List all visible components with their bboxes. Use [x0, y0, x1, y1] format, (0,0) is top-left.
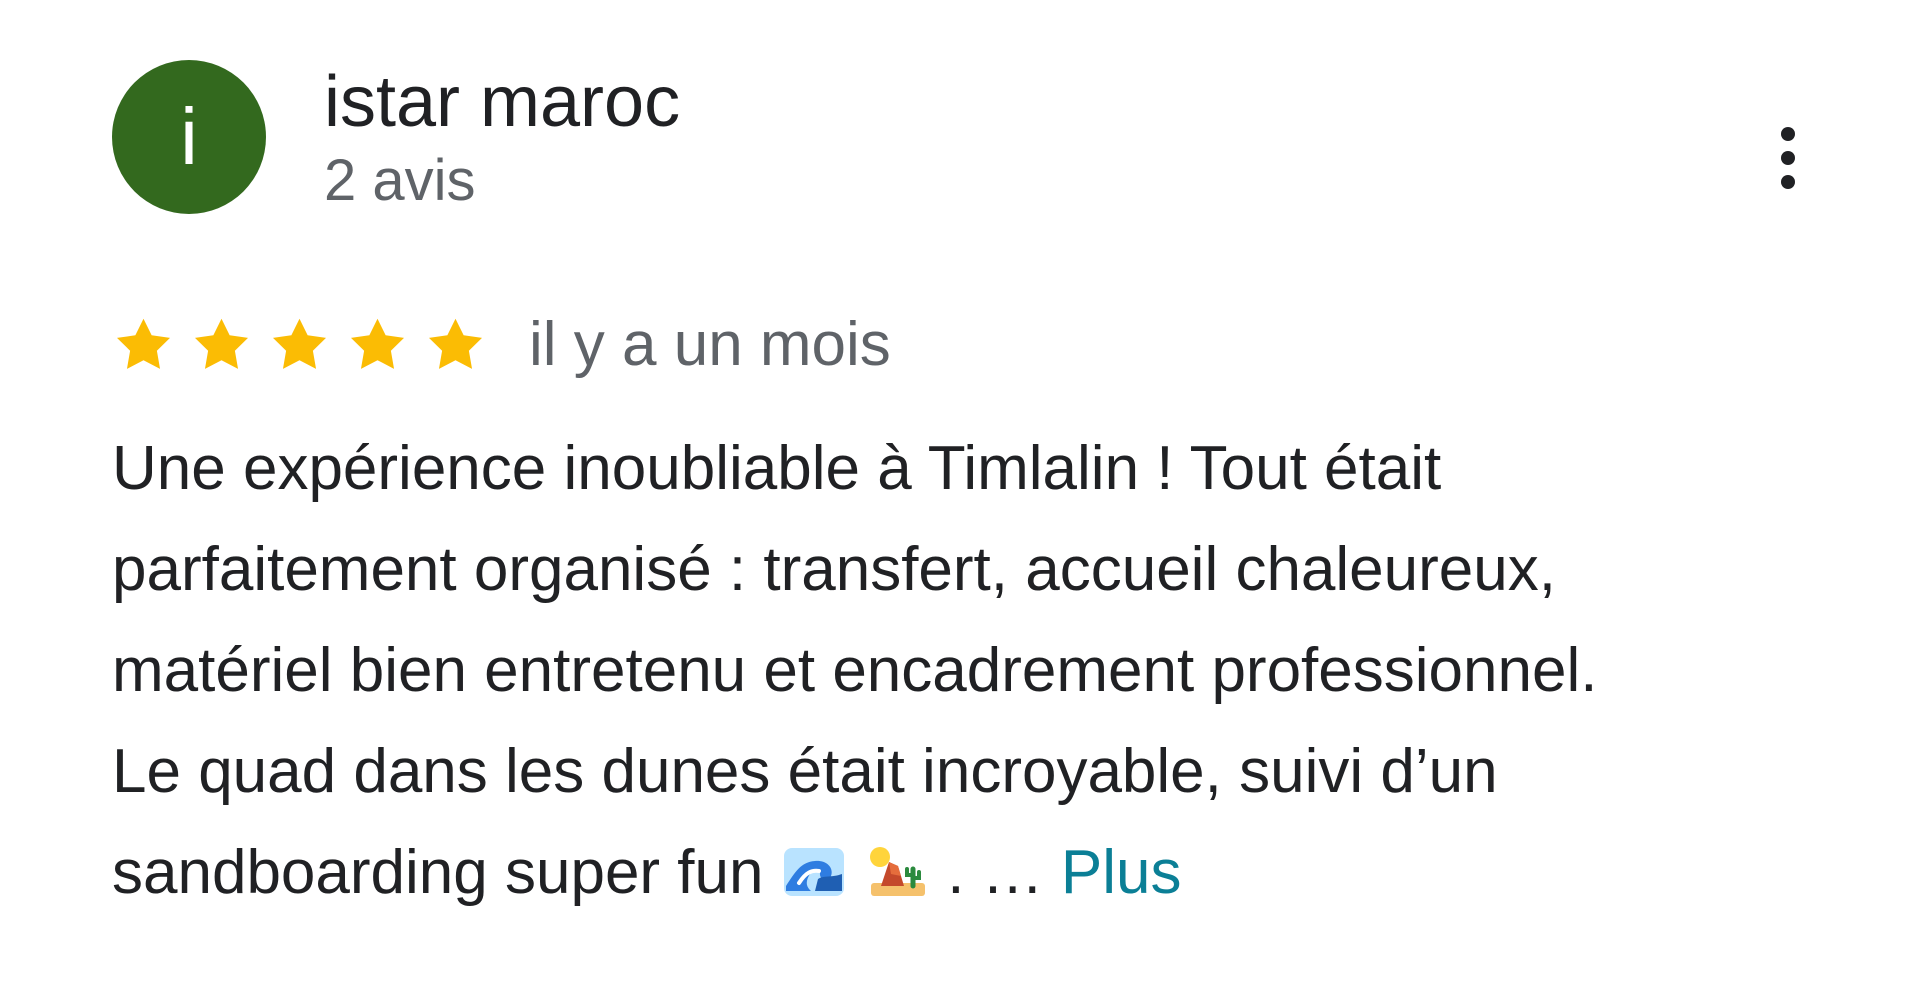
more-vert-icon	[1781, 175, 1795, 189]
review-text-fragment: sandboarding super fun	[112, 838, 764, 907]
star-icon	[428, 318, 483, 369]
desert-emoji-icon	[864, 829, 930, 896]
avatar-initial: i	[180, 92, 198, 181]
star-icon	[194, 318, 249, 369]
reviewer-name[interactable]: istar maroc	[324, 60, 680, 144]
avatar[interactable]: i	[112, 60, 266, 214]
more-vert-icon	[1781, 127, 1795, 141]
star-icon	[350, 318, 405, 369]
review-text-line: parfaitement organisé : transfert, accue…	[112, 535, 1556, 604]
review-date: il y a un mois	[529, 310, 891, 379]
star-icon	[116, 318, 171, 369]
review-header: i istar maroc 2 avis	[112, 60, 1802, 215]
more-link[interactable]: Plus	[1061, 838, 1182, 907]
reviewer-identity: istar maroc 2 avis	[324, 60, 680, 216]
review-count[interactable]: 2 avis	[324, 146, 680, 216]
more-options-button[interactable]	[1752, 112, 1824, 204]
review-card: i istar maroc 2 avis il y a un mois Une …	[0, 0, 1920, 1003]
review-text-last-line: sandboarding super fun . … Plus	[112, 822, 1828, 923]
review-text-line: matériel bien entretenu et encadrement p…	[112, 636, 1598, 705]
rating-row: il y a un mois	[112, 304, 891, 386]
review-text-line: Une expérience inoubliable à Timlalin ! …	[112, 434, 1442, 503]
review-text-ellipsis: . …	[947, 838, 1044, 907]
wave-emoji-icon	[781, 829, 847, 896]
more-vert-icon	[1781, 151, 1795, 165]
review-text: Une expérience inoubliable à Timlalin ! …	[112, 418, 1828, 923]
star-icon	[272, 318, 327, 369]
star-rating	[112, 314, 487, 377]
review-text-line: Le quad dans les dunes était incroyable,…	[112, 737, 1498, 806]
